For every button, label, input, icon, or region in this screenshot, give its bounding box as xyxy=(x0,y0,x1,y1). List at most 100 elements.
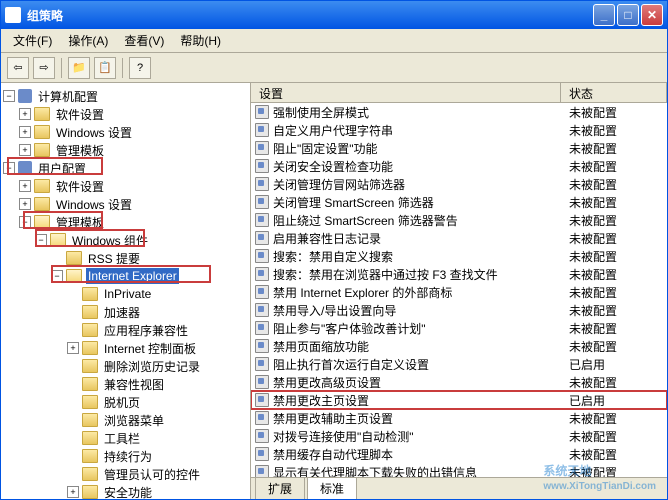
tree-pane[interactable]: − 计算机配置 +软件设置 +Windows 设置 + 管理模板 −用户配置 +软件… xyxy=(1,83,251,499)
tree-label: InPrivate xyxy=(102,286,153,302)
tree-node-u-windows[interactable]: +Windows 设置 xyxy=(3,195,248,213)
setting-state: 未被配置 xyxy=(561,410,667,427)
setting-row[interactable]: 强制使用全屏模式未被配置 xyxy=(251,103,667,121)
tree-node-admin-templates[interactable]: + 管理模板 xyxy=(3,141,248,159)
up-button[interactable]: 📁 xyxy=(68,57,90,79)
setting-row[interactable]: 禁用更改高级页设置未被配置 xyxy=(251,373,667,391)
close-button[interactable]: ✕ xyxy=(641,4,663,26)
tree-node-ie[interactable]: − Internet Explorer xyxy=(3,267,248,285)
setting-row[interactable]: 启用兼容性日志记录未被配置 xyxy=(251,229,667,247)
setting-row[interactable]: 显示有关代理脚本下载失败的出错信息未被配置 xyxy=(251,463,667,477)
expand-icon[interactable]: + xyxy=(19,180,31,192)
column-header-state[interactable]: 状态 xyxy=(561,83,667,102)
tree-label: 删除浏览历史记录 xyxy=(102,357,202,376)
tree-node-ie-control-panel[interactable]: +Internet 控制面板 xyxy=(3,339,248,357)
tree-node-accelerators[interactable]: 加速器 xyxy=(3,303,248,321)
tree-node-offline[interactable]: 脱机页 xyxy=(3,393,248,411)
setting-row[interactable]: 搜索：禁用自定义搜索未被配置 xyxy=(251,247,667,265)
tree-node-computer-config[interactable]: − 计算机配置 xyxy=(3,87,248,105)
back-button[interactable]: ⇦ xyxy=(7,57,29,79)
window-title: 组策略 xyxy=(27,7,593,24)
settings-list[interactable]: 强制使用全屏模式未被配置自定义用户代理字符串未被配置阻止"固定设置"功能未被配置… xyxy=(251,103,667,477)
setting-row[interactable]: 关闭安全设置检查功能未被配置 xyxy=(251,157,667,175)
tree-node-windows-settings[interactable]: +Windows 设置 xyxy=(3,123,248,141)
setting-row[interactable]: 阻止参与"客户体验改善计划"未被配置 xyxy=(251,319,667,337)
setting-row[interactable]: 阻止绕过 SmartScreen 筛选器警告未被配置 xyxy=(251,211,667,229)
setting-name: 禁用更改主页设置 xyxy=(273,392,369,409)
tree-node-admin-controls[interactable]: 管理员认可的控件 xyxy=(3,465,248,483)
expand-icon[interactable]: + xyxy=(19,108,31,120)
setting-row[interactable]: 禁用导入/导出设置向导未被配置 xyxy=(251,301,667,319)
setting-state: 未被配置 xyxy=(561,446,667,463)
setting-name: 启用兼容性日志记录 xyxy=(273,230,381,247)
tree-node-compat-view[interactable]: 兼容性视图 xyxy=(3,375,248,393)
expand-icon[interactable]: + xyxy=(19,198,31,210)
menu-view[interactable]: 查看(V) xyxy=(116,30,172,51)
setting-row[interactable]: 关闭管理仿冒网站筛选器 未被配置 xyxy=(251,175,667,193)
tree-label: 兼容性视图 xyxy=(102,375,166,394)
menu-file[interactable]: 文件(F) xyxy=(5,30,60,51)
collapse-icon[interactable]: − xyxy=(3,162,15,174)
setting-name: 关闭管理仿冒网站筛选器 xyxy=(273,176,405,193)
expand-icon[interactable]: + xyxy=(67,486,79,498)
setting-state: 未被配置 xyxy=(561,464,667,478)
tree-node-compat[interactable]: 应用程序兼容性 xyxy=(3,321,248,339)
setting-state: 未被配置 xyxy=(561,212,667,229)
setting-state: 未被配置 xyxy=(561,194,667,211)
setting-row[interactable]: 对拨号连接使用"自动检测"未被配置 xyxy=(251,427,667,445)
tree-node-u-software[interactable]: +软件设置 xyxy=(3,177,248,195)
expand-icon[interactable]: + xyxy=(19,126,31,138)
column-header-setting[interactable]: 设置 xyxy=(251,83,561,102)
tree-label: 管理模板 xyxy=(54,141,106,160)
setting-row[interactable]: 禁用缓存自动代理脚本未被配置 xyxy=(251,445,667,463)
tree-node-inprivate[interactable]: InPrivate xyxy=(3,285,248,303)
setting-row[interactable]: 禁用页面缩放功能未被配置 xyxy=(251,337,667,355)
expand-icon[interactable]: + xyxy=(67,342,79,354)
minimize-button[interactable]: _ xyxy=(593,4,615,26)
setting-row[interactable]: 阻止执行首次运行自定义设置已启用 xyxy=(251,355,667,373)
menu-help[interactable]: 帮助(H) xyxy=(172,30,229,51)
tab-standard[interactable]: 标准 xyxy=(307,477,357,499)
tree-node-browser-menu[interactable]: 浏览器菜单 xyxy=(3,411,248,429)
folder-icon xyxy=(82,287,98,301)
setting-row[interactable]: 关闭管理 SmartScreen 筛选器未被配置 xyxy=(251,193,667,211)
tree-node-win-components[interactable]: −Windows 组件 xyxy=(3,231,248,249)
setting-state: 未被配置 xyxy=(561,338,667,355)
tree-label-selected: Internet Explorer xyxy=(86,268,179,284)
setting-row[interactable]: 自定义用户代理字符串未被配置 xyxy=(251,121,667,139)
tree-node-persistence[interactable]: 持续行为 xyxy=(3,447,248,465)
tree-node-u-admin[interactable]: − 管理模板 xyxy=(3,213,248,231)
collapse-icon[interactable]: − xyxy=(19,216,31,228)
setting-name: 关闭安全设置检查功能 xyxy=(273,158,393,175)
setting-row[interactable]: 禁用更改主页设置 已启用 xyxy=(251,391,667,409)
tree-node-security[interactable]: +安全功能 xyxy=(3,483,248,499)
tree-node-software[interactable]: +软件设置 xyxy=(3,105,248,123)
tree-node-toolbar[interactable]: 工具栏 xyxy=(3,429,248,447)
forward-button[interactable]: ⇨ xyxy=(33,57,55,79)
setting-state: 未被配置 xyxy=(561,176,667,193)
setting-icon xyxy=(255,429,269,443)
setting-row[interactable]: 禁用更改辅助主页设置未被配置 xyxy=(251,409,667,427)
setting-name: 自定义用户代理字符串 xyxy=(273,122,393,139)
tree-label: 计算机配置 xyxy=(36,87,100,106)
tab-extended[interactable]: 扩展 xyxy=(255,477,305,499)
tree-node-user-config[interactable]: −用户配置 xyxy=(3,159,248,177)
tree-label: 管理模板 xyxy=(54,213,106,232)
setting-row[interactable]: 阻止"固定设置"功能未被配置 xyxy=(251,139,667,157)
tree-node-rss[interactable]: RSS 提要 xyxy=(3,249,248,267)
setting-row[interactable]: 搜索：禁用在浏览器中通过按 F3 查找文件未被配置 xyxy=(251,265,667,283)
collapse-icon[interactable]: − xyxy=(3,90,15,102)
collapse-icon[interactable]: − xyxy=(35,234,47,246)
menu-action[interactable]: 操作(A) xyxy=(60,30,116,51)
folder-icon xyxy=(82,359,98,373)
setting-state: 未被配置 xyxy=(561,266,667,283)
setting-state: 已启用 xyxy=(561,392,667,409)
maximize-button[interactable]: □ xyxy=(617,4,639,26)
expand-icon[interactable]: + xyxy=(19,144,31,156)
properties-button[interactable]: 📋 xyxy=(94,57,116,79)
setting-row[interactable]: 禁用 Internet Explorer 的外部商标未被配置 xyxy=(251,283,667,301)
collapse-icon[interactable]: − xyxy=(51,270,63,282)
help-button[interactable]: ? xyxy=(129,57,151,79)
tree-node-delete-history[interactable]: 删除浏览历史记录 xyxy=(3,357,248,375)
setting-state: 已启用 xyxy=(561,356,667,373)
